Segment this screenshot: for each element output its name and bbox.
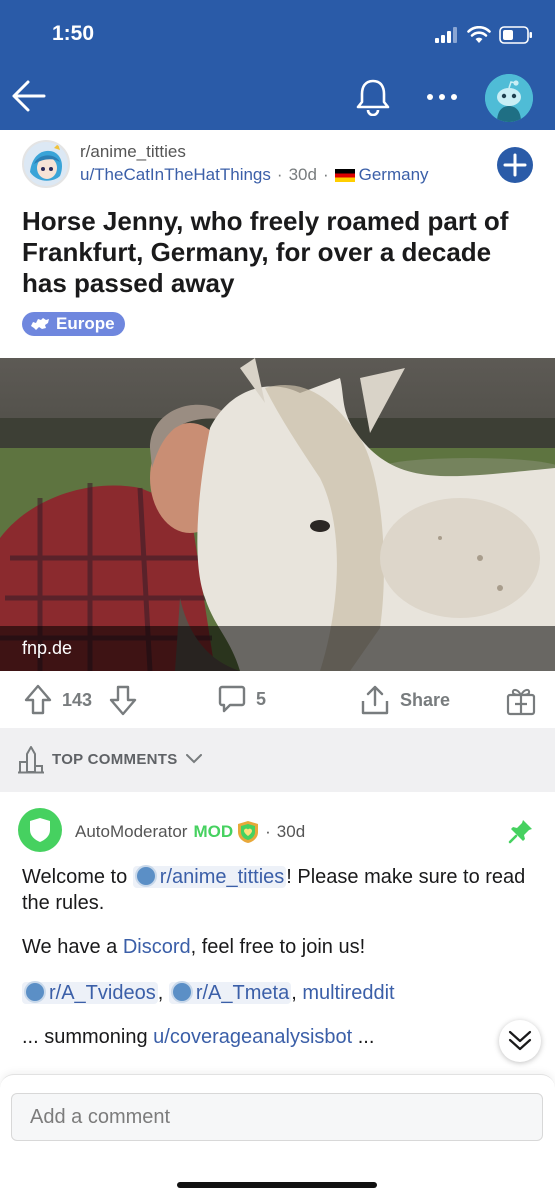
subreddit-link-text: r/A_Tmeta bbox=[195, 982, 290, 1004]
subreddit-mini-icon bbox=[170, 981, 193, 1003]
subreddit-mini-icon bbox=[134, 865, 157, 887]
flair-label: Europe bbox=[56, 314, 115, 333]
home-indicator[interactable] bbox=[177, 1182, 377, 1188]
share-label: Share bbox=[400, 689, 451, 710]
double-chevron-down-icon bbox=[508, 1030, 532, 1051]
comment-paragraph: r/A_Tvideos, r/A_Tmeta, multireddit bbox=[22, 980, 537, 1006]
arrow-left-icon bbox=[12, 80, 46, 112]
status-icons bbox=[435, 24, 533, 46]
snoo-avatar-icon bbox=[485, 74, 533, 122]
status-time: 1:50 bbox=[52, 22, 95, 45]
app-header: 1:50 bbox=[0, 0, 555, 130]
comments-sort-bar: TOP COMMENTS bbox=[0, 728, 555, 792]
post-score: 143 bbox=[62, 689, 93, 710]
comment-count: 5 bbox=[256, 688, 267, 709]
comment-paragraph: Welcome to r/anime_titties! Please make … bbox=[22, 864, 537, 916]
pin-icon bbox=[508, 820, 532, 844]
user-link[interactable]: u/coverageanalysisbot bbox=[153, 1026, 352, 1048]
horse-and-man-photo bbox=[0, 358, 555, 671]
text: ... summoning bbox=[22, 1026, 154, 1048]
europe-map-icon bbox=[31, 318, 49, 330]
add-comment-input[interactable] bbox=[11, 1093, 543, 1141]
comment-paragraph: ... summoning u/coverageanalysisbot ... bbox=[22, 1024, 537, 1050]
user-avatar-button[interactable] bbox=[485, 74, 533, 122]
sort-label: TOP COMMENTS bbox=[52, 750, 178, 768]
subreddit-icon bbox=[24, 142, 68, 186]
separator-dot: · bbox=[322, 165, 329, 184]
comment-paragraph: We have a Discord, feel free to join us! bbox=[22, 934, 537, 960]
battery-icon bbox=[499, 26, 532, 44]
subreddit-link[interactable]: r/A_Tmeta bbox=[168, 981, 292, 1004]
germany-flag-icon bbox=[334, 168, 355, 182]
image-caption-bar bbox=[0, 626, 555, 671]
upvote-icon[interactable] bbox=[24, 684, 52, 716]
signal-icon bbox=[435, 27, 457, 43]
text: Welcome to bbox=[22, 866, 133, 888]
next-comment-button[interactable] bbox=[499, 1020, 541, 1062]
multireddit-link[interactable]: multireddit bbox=[302, 982, 394, 1004]
comment-author-avatar[interactable] bbox=[18, 808, 62, 852]
vote-group: 143 bbox=[24, 684, 92, 716]
plus-icon bbox=[503, 153, 527, 177]
pinned-comment-indicator bbox=[508, 818, 534, 849]
back-button[interactable] bbox=[10, 78, 50, 114]
notifications-button[interactable] bbox=[354, 76, 392, 117]
sort-rocket-icon bbox=[18, 746, 44, 774]
join-subreddit-button[interactable] bbox=[497, 147, 533, 183]
text: , feel free to join us! bbox=[190, 936, 366, 958]
comment-meta: AutoModerator MOD · 30d bbox=[75, 820, 305, 844]
post-meta: u/TheCatInTheHatThings · 30d · Germany bbox=[80, 165, 429, 185]
subreddit-link-text: r/anime_titties bbox=[159, 866, 285, 888]
discord-link[interactable]: Discord bbox=[123, 936, 191, 958]
give-award-button[interactable] bbox=[506, 684, 536, 721]
mod-shield-award-icon bbox=[238, 821, 259, 843]
share-icon bbox=[361, 685, 389, 715]
post-image[interactable]: fnp.de bbox=[0, 358, 555, 671]
bell-icon bbox=[356, 79, 390, 117]
subreddit-link[interactable]: r/A_Tvideos bbox=[22, 981, 158, 1004]
wifi-icon bbox=[467, 26, 491, 43]
post-action-bar: 143 5 Share bbox=[0, 672, 555, 728]
downvote-button[interactable] bbox=[109, 684, 137, 721]
post-author[interactable]: u/TheCatInTheHatThings bbox=[80, 165, 271, 185]
post-title[interactable]: Horse Jenny, who freely roamed part of F… bbox=[22, 206, 532, 299]
more-options-button[interactable] bbox=[420, 80, 464, 112]
comment-author[interactable]: AutoModerator bbox=[75, 822, 187, 842]
text: , bbox=[291, 982, 303, 1004]
text: ... bbox=[352, 1026, 375, 1048]
subreddit-link-text: r/A_Tvideos bbox=[49, 982, 156, 1004]
subreddit-name[interactable]: r/anime_titties bbox=[80, 142, 186, 162]
more-horizontal-icon bbox=[427, 94, 457, 100]
text: , bbox=[157, 982, 169, 1004]
subreddit-avatar[interactable] bbox=[22, 140, 70, 188]
post-age: 30d bbox=[288, 165, 317, 184]
separator-dot: · bbox=[276, 165, 283, 184]
subreddit-link[interactable]: r/anime_titties bbox=[132, 865, 287, 888]
separator-dot: · bbox=[265, 822, 271, 841]
sort-comments-button[interactable]: TOP COMMENTS bbox=[18, 744, 202, 774]
subreddit-mini-icon bbox=[24, 981, 46, 1003]
gift-award-icon bbox=[506, 688, 536, 716]
comment-bubble-icon bbox=[218, 685, 246, 713]
downvote-icon bbox=[109, 685, 137, 716]
post-flair[interactable]: Europe bbox=[22, 312, 125, 336]
mod-badge: MOD bbox=[193, 822, 234, 841]
share-button[interactable]: Share bbox=[360, 684, 450, 716]
shield-icon bbox=[30, 818, 50, 842]
text: We have a bbox=[22, 936, 123, 958]
comment-age: 30d bbox=[276, 822, 306, 841]
author-country[interactable]: Germany bbox=[359, 165, 429, 185]
comments-button[interactable]: 5 bbox=[218, 684, 266, 714]
image-source-caption[interactable]: fnp.de bbox=[22, 638, 72, 659]
chevron-down-icon bbox=[185, 754, 202, 764]
